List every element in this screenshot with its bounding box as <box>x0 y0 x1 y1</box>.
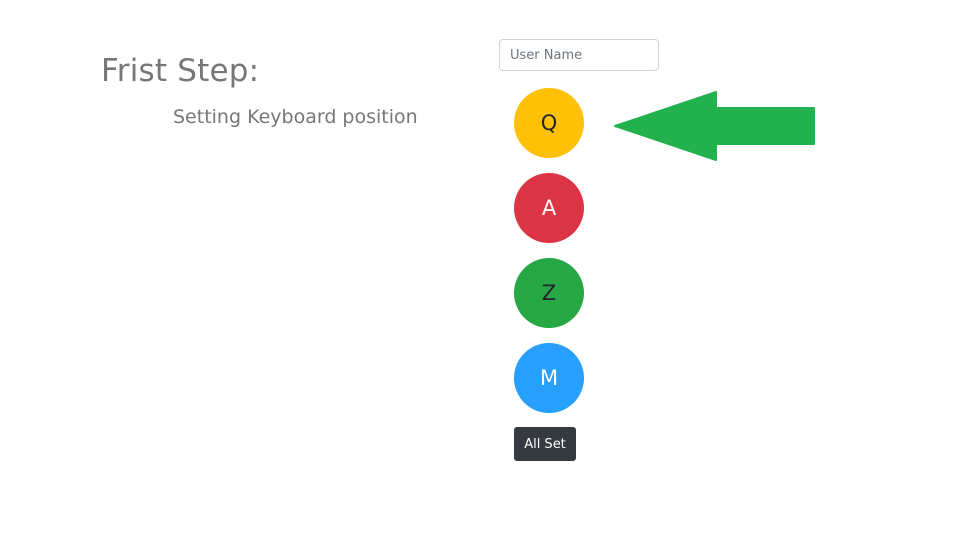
left-arrow-icon <box>614 91 815 161</box>
key-q-button[interactable]: Q <box>514 88 584 158</box>
username-input[interactable] <box>499 39 659 71</box>
page-title: Frist Step: <box>101 53 260 89</box>
key-m-button[interactable]: M <box>514 343 584 413</box>
page: Frist Step: Setting Keyboard position Q … <box>0 0 959 541</box>
page-subtitle: Setting Keyboard position <box>173 106 418 128</box>
key-z-button[interactable]: Z <box>514 258 584 328</box>
key-a-button[interactable]: A <box>514 173 584 243</box>
all-set-button[interactable]: All Set <box>514 427 576 461</box>
